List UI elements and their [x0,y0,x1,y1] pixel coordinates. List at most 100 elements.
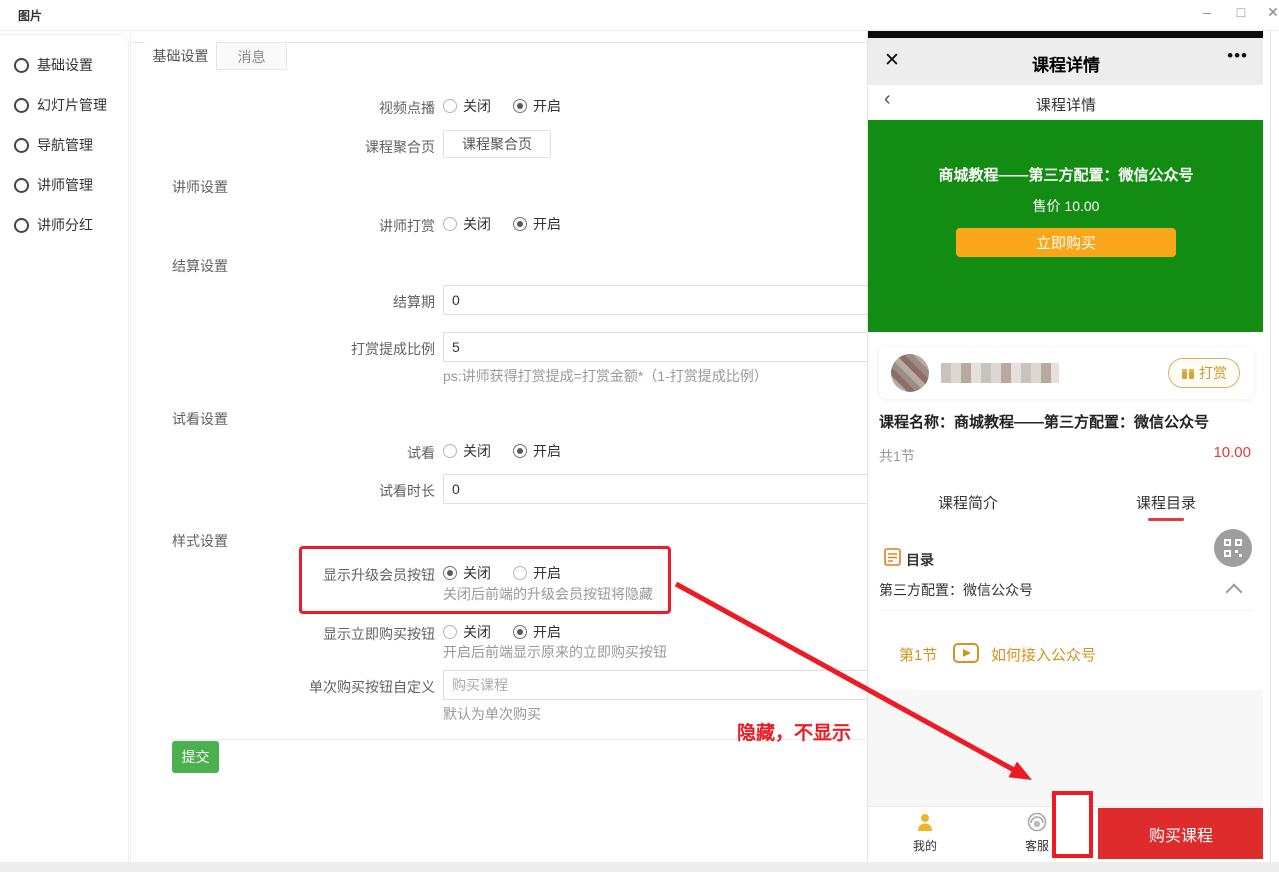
aggregate-page-button[interactable]: 课程聚合页 [443,130,551,158]
headset-icon [1027,812,1047,832]
custom-buy-input[interactable] [443,670,880,700]
phone-status-bar [868,30,1263,38]
reward-ratio-label: 打赏提成比例 [195,339,435,359]
minimize-button[interactable]: – [1195,4,1219,20]
show-upgrade-label: 显示升级会员按钮 [195,565,435,585]
hero-course-title: 商城教程——第三方配置：微信公众号 [868,164,1263,185]
tab-course-intro[interactable]: 课程简介 [908,492,1028,513]
wechat-more-icon[interactable]: ••• [1227,46,1248,66]
custom-buy-label: 单次购买按钮自定义 [195,677,435,697]
circle-icon [14,138,29,153]
sidebar: 基础设置 幻灯片管理 导航管理 讲师管理 讲师分红 [0,34,129,862]
circle-icon [14,178,29,193]
radio-on[interactable]: 开启 [513,622,561,642]
radio-icon [443,444,457,458]
tab-message[interactable]: 消息 [216,42,287,70]
section-settlement: 结算设置 [172,256,228,276]
window-titlebar: 图片 – □ ✕ [0,0,1279,31]
sidebar-item-slides[interactable]: 幻灯片管理 [14,95,107,115]
trial-radios: 关闭 开启 [443,441,583,461]
submit-button[interactable]: 提交 [172,741,219,773]
show-buynow-label: 显示立即购买按钮 [195,624,435,644]
trial-label: 试看 [195,443,435,463]
radio-on[interactable]: 开启 [513,214,561,234]
gift-icon [1181,366,1195,380]
app-header-title: 课程详情 [868,94,1263,115]
buy-now-button[interactable]: 立即购买 [956,228,1176,257]
scrollbar-edge [1270,30,1271,862]
show-upgrade-hint: 关闭后前端的升级会员按钮将隐藏 [443,584,653,604]
custom-buy-hint: 默认为单次购买 [443,704,541,724]
sidebar-item-lecturers[interactable]: 讲师管理 [14,175,93,195]
settlement-period-input[interactable] [443,285,880,315]
buy-course-button[interactable]: 购买课程 [1098,808,1263,859]
radio-on[interactable]: 开启 [513,441,561,461]
close-button[interactable]: ✕ [1261,4,1279,21]
tab-basic-settings[interactable]: 基础设置 [145,42,216,70]
lesson-title[interactable]: 如何接入公众号 [991,644,1096,665]
lesson-count: 共1节 [879,446,915,466]
scrollbar-track[interactable] [1264,30,1279,862]
course-hero: 商城教程——第三方配置：微信公众号 售价 10.00 立即购买 [868,120,1263,332]
wechat-navbar: ✕ 课程详情 ••• [868,38,1263,85]
hairline [879,610,1254,611]
chevron-up-icon[interactable] [1226,584,1243,601]
lesson-number: 第1节 [899,644,937,665]
sidebar-divider [130,34,131,862]
radio-off[interactable]: 关闭 [443,214,491,234]
reward-ratio-hint: ps:讲师获得打赏提成=打赏金额*（1-打赏提成比例） [443,366,768,386]
sidebar-item-dividend[interactable]: 讲师分红 [14,215,93,235]
radio-icon [513,625,527,639]
qr-code-icon [1224,539,1242,557]
hero-price: 售价 10.00 [868,196,1263,216]
video-ondemand-radios: 关闭 开启 [443,96,583,116]
chapter-row[interactable]: 第三方配置：微信公众号 [879,580,1033,600]
sidebar-item-basic-settings[interactable]: 基础设置 [14,55,93,75]
person-icon [915,812,935,832]
maximize-button[interactable]: □ [1229,4,1253,20]
video-play-icon [953,643,979,663]
circle-icon [14,58,29,73]
tab-course-catalog[interactable]: 课程目录 [1106,492,1226,513]
radio-off[interactable]: 关闭 [443,441,491,461]
trial-duration-input[interactable] [443,474,880,504]
radio-icon [443,217,457,231]
trial-duration-label: 试看时长 [195,481,435,501]
aggregate-page-label: 课程聚合页 [195,137,435,157]
content-spacer [868,690,1263,806]
reward-ratio-input[interactable] [443,332,880,362]
lecturer-card: 打赏 [879,347,1254,399]
lecturer-reward-label: 讲师打赏 [195,216,435,236]
section-trial: 试看设置 [172,409,228,429]
radio-on[interactable]: 开启 [513,96,561,116]
annotation-text: 隐藏，不显示 [737,718,851,745]
reward-label: 打赏 [1199,363,1227,383]
settlement-period-label: 结算期 [195,292,435,312]
reward-button[interactable]: 打赏 [1168,358,1240,388]
radio-icon [513,444,527,458]
tabbar-item-mine[interactable]: 我的 [895,812,955,854]
app-header: ‹ 课程详情 [868,85,1263,120]
video-ondemand-label: 视频点播 [195,98,435,118]
blurred-username [941,363,1059,383]
radio-icon [513,566,527,580]
lecturer-reward-radios: 关闭 开启 [443,214,583,234]
sidebar-item-navigation[interactable]: 导航管理 [14,135,93,155]
radio-icon [443,99,457,113]
show-buynow-hint: 开启后前端显示原来的立即购买按钮 [443,642,667,662]
circle-icon [14,98,29,113]
radio-on[interactable]: 开启 [513,563,561,583]
page-bottom-strip [0,862,1279,872]
course-price: 10.00 [1213,444,1251,461]
qr-code-button[interactable] [1214,529,1252,567]
active-tab-underline [1148,518,1184,521]
wechat-nav-title: 课程详情 [868,51,1263,76]
show-buynow-radios: 关闭 开启 [443,622,583,642]
radio-icon [443,566,457,580]
radio-icon [443,625,457,639]
section-style: 样式设置 [172,531,228,551]
circle-icon [14,218,29,233]
radio-off[interactable]: 关闭 [443,563,491,583]
radio-off[interactable]: 关闭 [443,96,491,116]
radio-off[interactable]: 关闭 [443,622,491,642]
